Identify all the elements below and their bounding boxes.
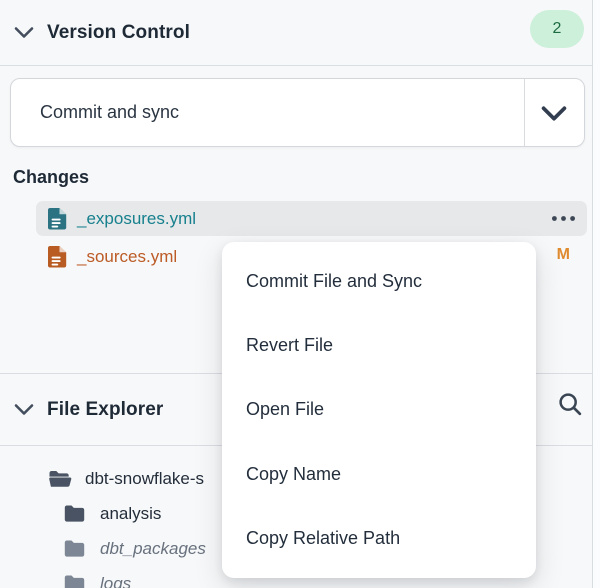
tree-item-project-root[interactable]: dbt-snowflake-s	[48, 461, 204, 496]
file-explorer-title: File Explorer	[47, 399, 163, 421]
file-context-menu: Commit File and Sync Revert File Open Fi…	[222, 242, 536, 578]
header-divider	[0, 65, 593, 66]
chevron-down-icon[interactable]	[541, 105, 567, 122]
menu-item-revert-file[interactable]: Revert File	[222, 313, 536, 377]
search-icon[interactable]	[558, 392, 582, 416]
version-control-panel: Version Control 2 Commit and sync Change…	[0, 0, 600, 588]
commit-dropdown-label: Commit and sync	[40, 102, 179, 123]
dropdown-divider	[524, 79, 525, 146]
folder-icon	[63, 503, 87, 524]
chevron-down-icon[interactable]	[14, 26, 34, 39]
tree-item-dbt-packages[interactable]: dbt_packages	[63, 531, 206, 566]
tree-item-analysis[interactable]: analysis	[63, 496, 161, 531]
chevron-down-icon[interactable]	[14, 403, 34, 416]
file-actions-ellipsis-icon[interactable]	[551, 215, 576, 222]
version-control-title: Version Control	[47, 22, 190, 44]
menu-item-copy-name[interactable]: Copy Name	[222, 442, 536, 506]
yaml-file-icon	[48, 207, 67, 230]
menu-item-commit-file-and-sync[interactable]: Commit File and Sync	[222, 249, 536, 313]
changed-file-row-exposures[interactable]: _exposures.yml	[36, 201, 587, 236]
folder-icon	[63, 573, 87, 588]
modified-status-badge: M	[557, 246, 570, 264]
changed-file-name[interactable]: _exposures.yml	[77, 209, 196, 229]
menu-item-copy-relative-path[interactable]: Copy Relative Path	[222, 507, 536, 571]
folder-open-icon	[48, 468, 72, 489]
tree-item-label[interactable]: analysis	[100, 504, 161, 524]
tree-item-label[interactable]: dbt_packages	[100, 539, 206, 559]
tree-item-label[interactable]: dbt-snowflake-s	[85, 469, 204, 489]
changes-section-label: Changes	[13, 167, 89, 188]
yaml-file-icon	[48, 245, 67, 268]
tree-item-logs[interactable]: logs	[63, 566, 131, 588]
tree-item-label[interactable]: logs	[100, 574, 131, 588]
folder-icon	[63, 538, 87, 559]
commit-and-sync-dropdown[interactable]: Commit and sync	[10, 78, 585, 147]
version-control-header[interactable]: Version Control 2	[0, 0, 593, 65]
menu-item-open-file[interactable]: Open File	[222, 378, 536, 442]
changes-count-badge: 2	[530, 10, 584, 48]
changed-file-name[interactable]: _sources.yml	[77, 247, 177, 267]
